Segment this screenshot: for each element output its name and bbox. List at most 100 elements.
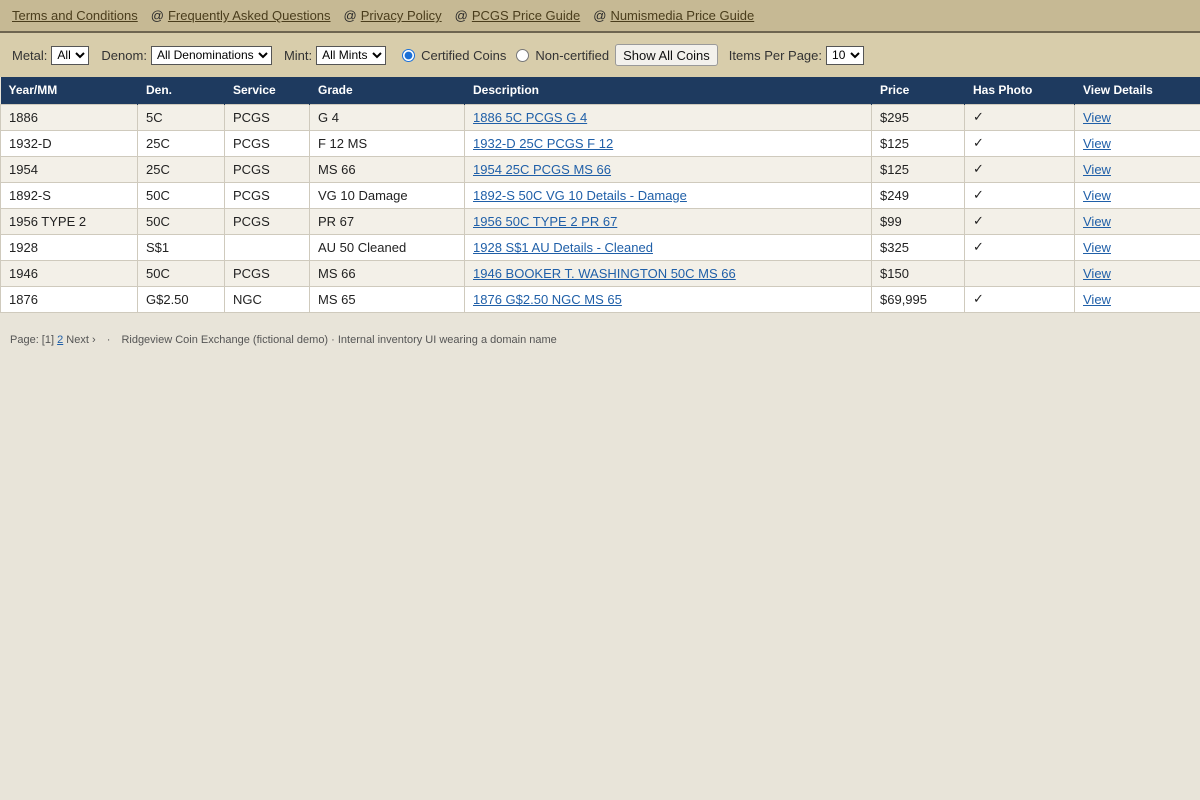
cell-view: View [1074, 103, 1200, 131]
table-row: 1876 G$2.50 NGC MS 65 1876 G$2.50 NGC MS… [0, 285, 1200, 313]
header-year[interactable]: Year/MM [0, 77, 138, 104]
faq-link[interactable]: Frequently Asked Questions [168, 8, 331, 23]
description-link[interactable]: 1954 25C PCGS MS 66 [473, 162, 611, 177]
cell-description: 1956 50C TYPE 2 PR 67 [464, 207, 872, 235]
table-row: 1892-S 50C PCGS VG 10 Damage 1892-S 50C … [0, 181, 1200, 209]
description-link[interactable]: 1932-D 25C PCGS F 12 [473, 136, 613, 151]
nav-separator: @ [343, 8, 357, 23]
description-link[interactable]: 1956 50C TYPE 2 PR 67 [473, 214, 617, 229]
next-page-link[interactable]: Next › [66, 334, 95, 346]
cell-year: 1954 [0, 155, 138, 183]
mint-select[interactable]: All Mints [316, 45, 387, 65]
cell-den: G$2.50 [137, 285, 225, 313]
check-icon: ✓ [964, 285, 1075, 313]
description-link[interactable]: 1892-S 50C VG 10 Details - Damage [473, 188, 687, 203]
cell-view: View [1074, 155, 1200, 183]
check-icon [964, 259, 1075, 287]
cell-year: 1928 [0, 233, 138, 261]
denom-select[interactable]: All Denominations [150, 45, 272, 65]
coin-table: Year/MM Den. Service Grade Description P… [0, 77, 1200, 313]
pcgs-guide-link[interactable]: PCGS Price Guide [472, 8, 580, 23]
cell-view: View [1074, 129, 1200, 157]
noncertified-radio[interactable] [516, 48, 530, 62]
cell-view: View [1074, 207, 1200, 235]
cell-year: 1886 [0, 103, 138, 131]
terms-link[interactable]: Terms and Conditions [12, 8, 138, 23]
check-icon: ✓ [964, 181, 1075, 209]
header-price[interactable]: Price [871, 77, 965, 104]
description-link[interactable]: 1886 5C PCGS G 4 [473, 110, 587, 125]
cell-year: 1892-S [0, 181, 138, 209]
header-description[interactable]: Description [464, 77, 872, 104]
cell-description: 1946 BOOKER T. WASHINGTON 50C MS 66 [464, 259, 872, 287]
view-link[interactable]: View [1083, 266, 1111, 281]
description-link[interactable]: 1876 G$2.50 NGC MS 65 [473, 292, 622, 307]
header-grade[interactable]: Grade [309, 77, 465, 104]
cell-grade: AU 50 Cleaned [309, 233, 465, 261]
page-indicator: Page: [1] [10, 333, 55, 346]
numismedia-guide-link[interactable]: Numismedia Price Guide [610, 8, 754, 23]
cell-service: PCGS [224, 155, 310, 183]
metal-label: Metal: [12, 47, 48, 63]
description-link[interactable]: 1928 S$1 AU Details - Cleaned [473, 240, 653, 255]
cell-price: $295 [871, 103, 965, 131]
view-link[interactable]: View [1083, 162, 1111, 177]
cell-grade: F 12 MS [309, 129, 465, 157]
header-service[interactable]: Service [224, 77, 310, 104]
cell-price: $125 [871, 129, 965, 157]
cell-service [224, 233, 310, 261]
check-icon: ✓ [964, 129, 1075, 157]
check-icon: ✓ [964, 207, 1075, 235]
page-2-link[interactable]: 2 [57, 334, 63, 346]
cell-den: 50C [137, 207, 225, 235]
cell-view: View [1074, 285, 1200, 313]
top-navigation: Terms and Conditions @ Frequently Asked … [0, 0, 1200, 33]
cell-service: PCGS [224, 129, 310, 157]
show-all-coins-button[interactable]: Show All Coins [615, 44, 718, 66]
denom-label: Denom: [101, 47, 147, 63]
cell-den: 25C [137, 129, 225, 157]
cell-view: View [1074, 259, 1200, 287]
cell-year: 1876 [0, 285, 138, 313]
cell-description: 1876 G$2.50 NGC MS 65 [464, 285, 872, 313]
check-icon: ✓ [964, 103, 1075, 131]
cell-year: 1956 TYPE 2 [0, 207, 138, 235]
view-link[interactable]: View [1083, 292, 1111, 307]
view-link[interactable]: View [1083, 188, 1111, 203]
metal-select[interactable]: All [51, 45, 90, 65]
header-view-details[interactable]: View Details [1074, 77, 1200, 104]
nav-separator: @ [593, 8, 607, 23]
view-link[interactable]: View [1083, 240, 1111, 255]
noncertified-label: Non-certified [535, 47, 610, 63]
privacy-link[interactable]: Privacy Policy [361, 8, 442, 23]
view-link[interactable]: View [1083, 214, 1111, 229]
cell-year: 1946 [0, 259, 138, 287]
cell-grade: G 4 [309, 103, 465, 131]
cell-price: $125 [871, 155, 965, 183]
cell-grade: MS 66 [309, 155, 465, 183]
certified-radio[interactable] [402, 48, 416, 62]
items-per-page-select[interactable]: 10 [826, 45, 865, 65]
cell-den: 5C [137, 103, 225, 131]
cell-view: View [1074, 233, 1200, 261]
cell-year: 1932-D [0, 129, 138, 157]
view-link[interactable]: View [1083, 110, 1111, 125]
cell-price: $99 [871, 207, 965, 235]
check-icon: ✓ [964, 233, 1075, 261]
description-link[interactable]: 1946 BOOKER T. WASHINGTON 50C MS 66 [473, 266, 736, 281]
table-row: 1886 5C PCGS G 4 1886 5C PCGS G 4 $295 ✓… [0, 103, 1200, 131]
cell-description: 1932-D 25C PCGS F 12 [464, 129, 872, 157]
cell-description: 1892-S 50C VG 10 Details - Damage [464, 181, 872, 209]
table-row: 1928 S$1 AU 50 Cleaned 1928 S$1 AU Detai… [0, 233, 1200, 261]
items-per-page-label: Items Per Page: [728, 47, 823, 63]
mint-label: Mint: [283, 47, 313, 63]
header-has-photo[interactable]: Has Photo [964, 77, 1075, 104]
footer-note: Ridgeview Coin Exchange (fictional demo)… [121, 333, 557, 346]
table-row: 1954 25C PCGS MS 66 1954 25C PCGS MS 66 … [0, 155, 1200, 183]
cell-grade: VG 10 Damage [309, 181, 465, 209]
nav-separator: @ [454, 8, 468, 23]
cell-grade: MS 66 [309, 259, 465, 287]
filter-bar: Metal: All Denom: All Denominations Mint… [0, 33, 1200, 77]
header-den[interactable]: Den. [137, 77, 225, 104]
view-link[interactable]: View [1083, 136, 1111, 151]
